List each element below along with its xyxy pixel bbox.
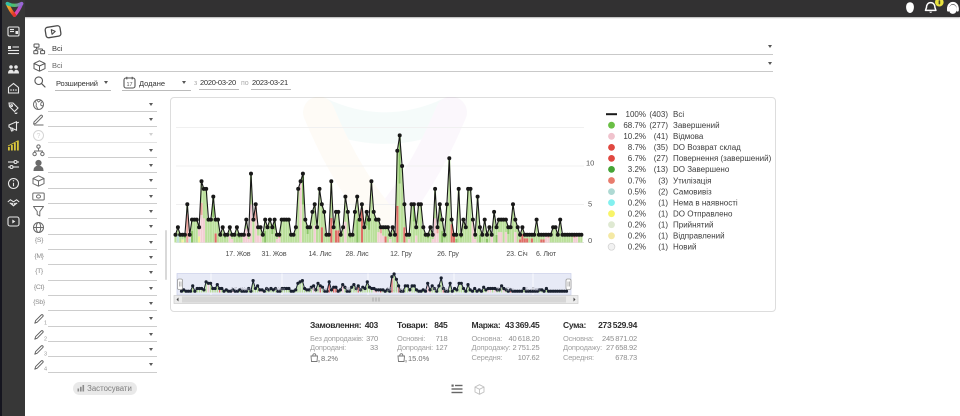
svg-text:5: 5 [588,200,592,209]
svg-text:17: 17 [126,82,132,88]
svg-text:23. Січ: 23. Січ [506,250,528,258]
svg-text:0.7%: 0.7% [628,176,646,185]
svg-text:0.2%: 0.2% [628,210,646,219]
svg-text:(1): (1) [658,221,668,230]
svg-text:3: 3 [44,351,47,356]
svg-text:3.2%: 3.2% [628,165,646,174]
svg-text:17. Жов: 17. Жов [231,287,251,293]
svg-text:12. Гру: 12. Гру [390,251,412,258]
svg-text:Завершений: Завершений [673,121,720,130]
svg-text:(2): (2) [658,187,668,196]
svg-text:10.2%: 10.2% [623,132,646,141]
svg-text:Відмова: Відмова [673,132,704,141]
svg-text:Всі: Всі [673,110,684,119]
svg-text:(41): (41) [654,132,669,141]
svg-text:Нема в наявності: Нема в наявності [673,198,738,207]
svg-text:31. Жов: 31. Жов [265,287,285,293]
svg-text:6. Лют: 6. Лют [525,287,542,293]
svg-text:(1): (1) [658,243,668,252]
svg-text:?: ? [37,133,41,140]
svg-text:Прийнятий: Прийнятий [673,221,714,230]
svg-text:0: 0 [588,236,592,245]
svg-text:x: x [318,359,320,364]
svg-text:Утилізація: Утилізація [673,176,711,185]
svg-text:(403): (403) [649,110,668,119]
svg-text:(1): (1) [658,198,668,207]
svg-text:23. Січ: 23. Січ [496,287,513,293]
svg-text:8.7%: 8.7% [628,143,646,152]
svg-text:(35): (35) [654,143,669,152]
svg-text:DO Отправлено: DO Отправлено [673,210,733,219]
svg-text:26. Гру: 26. Гру [431,287,449,293]
svg-text:0.2%: 0.2% [628,198,646,207]
svg-text:4: 4 [44,367,47,372]
svg-text:100%: 100% [626,110,646,119]
svg-text:DO Возврат склад: DO Возврат склад [673,143,741,152]
svg-text:0.5%: 0.5% [628,187,646,196]
svg-text:Новий: Новий [673,243,696,252]
svg-text:0.2%: 0.2% [628,243,646,252]
svg-text:(277): (277) [649,121,668,130]
svg-text:10: 10 [586,159,594,168]
svg-text:Відправлений: Відправлений [673,232,725,241]
svg-text:12. Гру: 12. Гру [386,287,404,293]
svg-text:17. Жов: 17. Жов [226,251,251,258]
svg-text:14. Лис: 14. Лис [309,287,328,293]
svg-text:(1): (1) [658,232,668,241]
svg-text:2: 2 [44,336,47,341]
svg-text:1: 1 [44,321,47,326]
svg-text:0.2%: 0.2% [628,232,646,241]
svg-text:6. Лют: 6. Лют [536,251,557,258]
svg-text:6.7%: 6.7% [628,154,646,163]
svg-text:Самовивіз: Самовивіз [673,187,712,196]
svg-text:(27): (27) [654,154,669,163]
svg-text:(1): (1) [658,210,668,219]
svg-text:DO Завершено: DO Завершено [673,165,730,174]
svg-text:0.2%: 0.2% [628,221,646,230]
svg-text:28. Лис: 28. Лис [345,287,364,293]
svg-text:26. Гру: 26. Гру [437,251,459,258]
svg-text:14. Лис: 14. Лис [309,251,333,258]
svg-text:Повернення (завершений): Повернення (завершений) [673,154,772,163]
svg-text:x: x [405,359,407,364]
svg-text:(3): (3) [658,176,668,185]
svg-text:68.7%: 68.7% [623,121,646,130]
svg-text:31. Жов: 31. Жов [262,251,287,258]
svg-text:28. Лис: 28. Лис [346,251,370,258]
svg-text:(13): (13) [654,165,669,174]
